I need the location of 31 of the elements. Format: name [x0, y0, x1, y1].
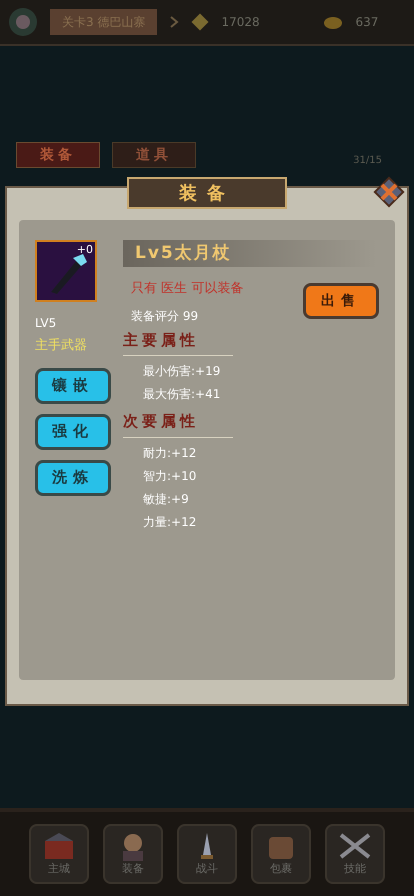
stat-line: 敏捷:+9 — [142, 490, 190, 508]
chevron-icon — [169, 15, 180, 29]
dialog-title: 装备 — [127, 177, 287, 209]
action-button[interactable]: 洗炼 — [35, 460, 111, 496]
item-slot-type: 主手武器 — [35, 337, 87, 355]
class-requirement: 只有 医生 可以装备 — [131, 280, 244, 298]
item-slot[interactable]: +0 — [35, 240, 97, 302]
section-heading: 主要属性 — [123, 330, 200, 350]
nav-button[interactable]: 主城 — [29, 824, 89, 884]
coin-count: 17028 — [221, 14, 261, 31]
stat-line: 最小伤害:+19 — [142, 363, 222, 380]
section-heading: 次要属性 — [123, 411, 200, 432]
enhance-level: +0 — [76, 242, 93, 258]
equipment-score: 装备评分 99 — [131, 308, 200, 324]
nav-button[interactable]: 装备 — [103, 824, 163, 884]
stat-line: 耐力:+12 — [142, 444, 198, 462]
tab[interactable]: 道具 — [112, 142, 196, 168]
stat-line: 智力:+10 — [142, 468, 198, 484]
sell-button[interactable]: 出售 — [303, 283, 379, 319]
nav-button[interactable]: 战斗 — [177, 824, 237, 884]
bag-count: 31/15 — [353, 154, 382, 168]
action-button[interactable]: 镶嵌 — [35, 368, 111, 404]
ingot-icon — [323, 14, 344, 30]
nav-button[interactable]: 包裹 — [251, 824, 311, 884]
stat-line: 最大伤害:+41 — [142, 386, 222, 403]
tab[interactable]: 装备 — [16, 142, 100, 168]
item-level: LV5 — [35, 315, 56, 332]
stat-line: 力量:+12 — [142, 514, 198, 530]
action-button[interactable]: 强化 — [35, 414, 111, 450]
nav-button[interactable]: 技能 — [325, 824, 385, 884]
ingot-count: 637 — [355, 14, 378, 31]
